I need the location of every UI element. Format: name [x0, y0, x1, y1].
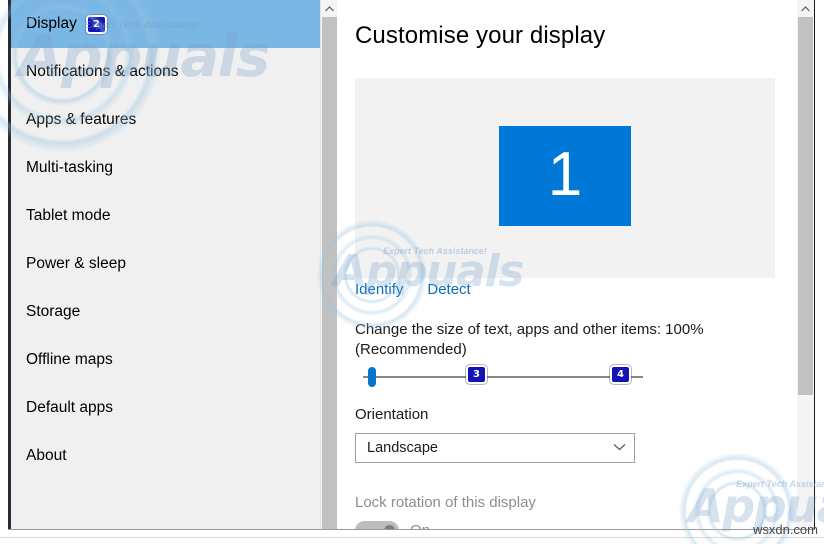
step-badge-3: 3	[466, 365, 487, 384]
settings-window: Expert Tech Assistance! Appuals Display …	[0, 0, 824, 544]
scrollbar-thumb[interactable]	[322, 17, 337, 530]
preview-actions: Identify Detect	[355, 281, 471, 298]
window-bottom-edge	[8, 529, 815, 530]
sidebar-item-label: Offline maps	[26, 351, 113, 368]
scroll-up-arrow-icon[interactable]	[321, 0, 338, 17]
source-site-watermark: wsxdn.com	[752, 522, 818, 537]
sidebar-item-label: Power & sleep	[26, 255, 126, 272]
sidebar-item-offline-maps[interactable]: Offline maps	[11, 336, 320, 384]
display-settings-content: Customise your display 1 Identify Detect…	[340, 0, 824, 530]
sidebar-item-label: Notifications & actions	[26, 63, 179, 80]
sidebar-item-display[interactable]: Display 2	[11, 0, 320, 48]
scrollbar-thumb[interactable]	[798, 17, 813, 395]
window-right-edge	[814, 0, 815, 530]
slider-thumb[interactable]	[368, 367, 376, 387]
sidebar-item-default-apps[interactable]: Default apps	[11, 384, 320, 432]
identify-link[interactable]: Identify	[355, 281, 403, 298]
step-badge-2: 2	[85, 14, 107, 34]
step-badge-4: 4	[610, 365, 631, 384]
lock-rotation-label: Lock rotation of this display	[355, 494, 536, 511]
sidebar-item-label: Storage	[26, 303, 81, 320]
sidebar-item-label: Default apps	[26, 399, 114, 416]
sidebar-item-notifications-and-actions[interactable]: Notifications & actions	[11, 48, 320, 96]
detect-link[interactable]: Detect	[427, 281, 470, 298]
page-bottom-rule	[0, 537, 824, 538]
content-scrollbar[interactable]	[797, 0, 814, 530]
page-title: Customise your display	[355, 22, 606, 49]
monitor-tile-1[interactable]: 1	[499, 126, 631, 226]
sidebar-item-tablet-mode[interactable]: Tablet mode	[11, 192, 320, 240]
sidebar-item-label: Display	[26, 15, 77, 32]
sidebar-item-label: Apps & features	[26, 111, 137, 128]
monitor-number-label: 1	[547, 140, 583, 209]
chevron-down-icon[interactable]	[604, 443, 634, 454]
scale-slider[interactable]: 3 4	[355, 365, 643, 388]
sidebar-item-apps-and-features[interactable]: Apps & features	[11, 96, 320, 144]
sidebar-scrollbar[interactable]	[320, 0, 337, 530]
sidebar-item-about[interactable]: About	[11, 432, 320, 480]
sidebar-item-multi-tasking[interactable]: Multi-tasking	[11, 144, 320, 192]
scale-description: Change the size of text, apps and other …	[355, 321, 704, 358]
orientation-dropdown[interactable]: Landscape	[355, 433, 635, 463]
scroll-up-arrow-icon[interactable]	[797, 0, 814, 17]
sidebar-item-label: About	[26, 447, 67, 464]
sidebar-item-power-and-sleep[interactable]: Power & sleep	[11, 240, 320, 288]
sidebar-item-label: Tablet mode	[26, 207, 111, 224]
orientation-label: Orientation	[355, 406, 429, 423]
slider-track[interactable]	[363, 376, 643, 378]
display-arrangement-preview: 1	[355, 78, 775, 278]
sidebar-item-label: Multi-tasking	[26, 159, 113, 176]
settings-sidebar: Display 2 Notifications & actions Apps &…	[8, 0, 320, 530]
orientation-selected-value: Landscape	[367, 440, 438, 456]
sidebar-item-storage[interactable]: Storage	[11, 288, 320, 336]
